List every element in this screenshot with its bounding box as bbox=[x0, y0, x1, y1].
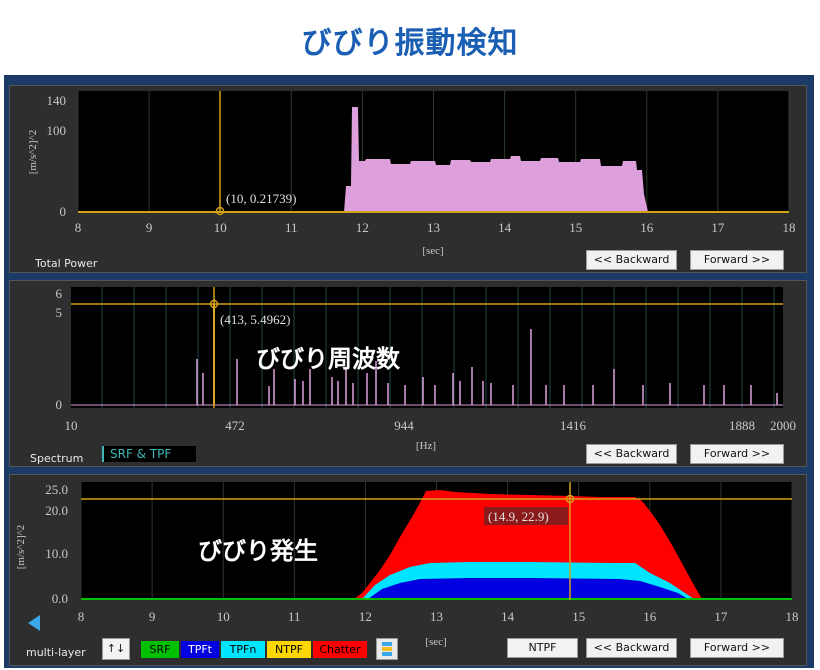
layers-icon bbox=[382, 642, 392, 656]
forward-button[interactable]: Forward >> bbox=[690, 250, 784, 270]
x-tick: 14 bbox=[498, 220, 512, 235]
x-tick: 15 bbox=[569, 220, 582, 235]
tpft-layer bbox=[368, 578, 688, 599]
overlay-caption: びびり周波数 bbox=[256, 345, 401, 373]
x-tick: 13 bbox=[427, 220, 440, 235]
x-tick: 10 bbox=[214, 220, 227, 235]
x-tick: 16 bbox=[640, 220, 654, 235]
page-title: びびり振動検知 bbox=[301, 26, 519, 61]
x-tick: 8 bbox=[78, 609, 85, 624]
cursor-readout: (14.9, 22.9) bbox=[488, 509, 549, 524]
x-axis-label: [Hz] bbox=[416, 440, 436, 452]
x-tick: 13 bbox=[430, 609, 443, 624]
backward-button[interactable]: << Backward bbox=[586, 250, 677, 270]
x-tick: 18 bbox=[783, 220, 796, 235]
y-tick: 10.0 bbox=[45, 546, 68, 561]
y-tick: 100 bbox=[47, 123, 67, 138]
cursor-readout: (10, 0.21739) bbox=[226, 191, 296, 206]
spectrum-mode-indicator[interactable]: SRF & TPF bbox=[102, 446, 196, 462]
panel-label: Total Power bbox=[35, 257, 98, 270]
x-tick: 10 bbox=[65, 418, 78, 433]
legend-tpfn[interactable]: TPFn bbox=[221, 641, 265, 658]
x-tick: 16 bbox=[643, 609, 657, 624]
y-axis-label: [m/s^2]^2 bbox=[15, 525, 27, 570]
x-tick: 2000 bbox=[770, 418, 796, 433]
ntpf-button[interactable]: NTPF bbox=[507, 638, 578, 658]
x-tick: 17 bbox=[714, 609, 728, 624]
x-tick: 11 bbox=[285, 220, 298, 235]
forward-button[interactable]: Forward >> bbox=[690, 444, 784, 464]
y-tick: 6 bbox=[56, 286, 63, 301]
x-tick: 11 bbox=[288, 609, 301, 624]
x-tick: 12 bbox=[359, 609, 372, 624]
x-tick: 18 bbox=[786, 609, 799, 624]
y-tick: 5 bbox=[56, 305, 63, 320]
x-tick: 1416 bbox=[560, 418, 587, 433]
panel-label: Spectrum bbox=[30, 452, 84, 465]
x-tick: 944 bbox=[394, 418, 414, 433]
x-tick: 12 bbox=[356, 220, 369, 235]
x-axis-label: [sec] bbox=[425, 636, 446, 648]
spectrum-plot-area bbox=[71, 287, 783, 408]
y-tick: 25.0 bbox=[45, 482, 68, 497]
cursor-readout: (413, 5.4962) bbox=[220, 312, 290, 327]
y-tick: 0.0 bbox=[52, 591, 68, 606]
overlay-caption: びびり発生 bbox=[198, 537, 318, 565]
panel-label: multi-layer bbox=[26, 646, 86, 659]
y-axis-label: [m/s^2]^2 bbox=[27, 130, 39, 175]
multi-layer-panel: (14.9, 22.9) びびり発生 25.0 20.0 10.0 0.0 8 9… bbox=[9, 474, 807, 666]
spectrum-chart: (413, 5.4962) びびり周波数 6 5 0 10 472 944 1416 1… bbox=[56, 286, 797, 452]
x-axis-label: [sec] bbox=[422, 245, 443, 257]
y-tick: 20.0 bbox=[45, 503, 68, 518]
y-tick: 0 bbox=[60, 204, 67, 219]
total-power-panel: (10, 0.21739) 140 100 0 8 9 10 11 12 13 14 15 16… bbox=[9, 85, 807, 273]
x-tick: 8 bbox=[75, 220, 82, 235]
x-tick: 472 bbox=[225, 418, 245, 433]
layer-toggle-button[interactable] bbox=[376, 638, 398, 660]
forward-button[interactable]: Forward >> bbox=[690, 638, 784, 658]
x-tick: 10 bbox=[217, 609, 230, 624]
backward-button[interactable]: << Backward bbox=[586, 444, 677, 464]
x-tick: 9 bbox=[146, 220, 153, 235]
x-tick: 1888 bbox=[729, 418, 755, 433]
legend-chatter[interactable]: Chatter bbox=[313, 641, 367, 658]
x-tick: 9 bbox=[149, 609, 156, 624]
legend-srf[interactable]: SRF bbox=[141, 641, 179, 658]
x-tick: 17 bbox=[711, 220, 725, 235]
sort-layers-button[interactable]: ↑↓ bbox=[102, 638, 130, 660]
legend-ntpf[interactable]: NTPF bbox=[267, 641, 311, 658]
spectrum-panel: (413, 5.4962) びびり周波数 6 5 0 10 472 944 1416 1… bbox=[9, 280, 807, 467]
collapse-arrow-icon[interactable] bbox=[28, 615, 40, 631]
x-tick: 15 bbox=[572, 609, 585, 624]
x-tick: 14 bbox=[501, 609, 514, 624]
y-tick: 0 bbox=[56, 397, 63, 412]
backward-button[interactable]: << Backward bbox=[586, 638, 677, 658]
legend-tpft[interactable]: TPFt bbox=[181, 641, 219, 658]
y-tick: 140 bbox=[47, 93, 67, 108]
total-power-chart: (10, 0.21739) 140 100 0 8 9 10 11 12 13 14 15 16… bbox=[27, 91, 796, 257]
